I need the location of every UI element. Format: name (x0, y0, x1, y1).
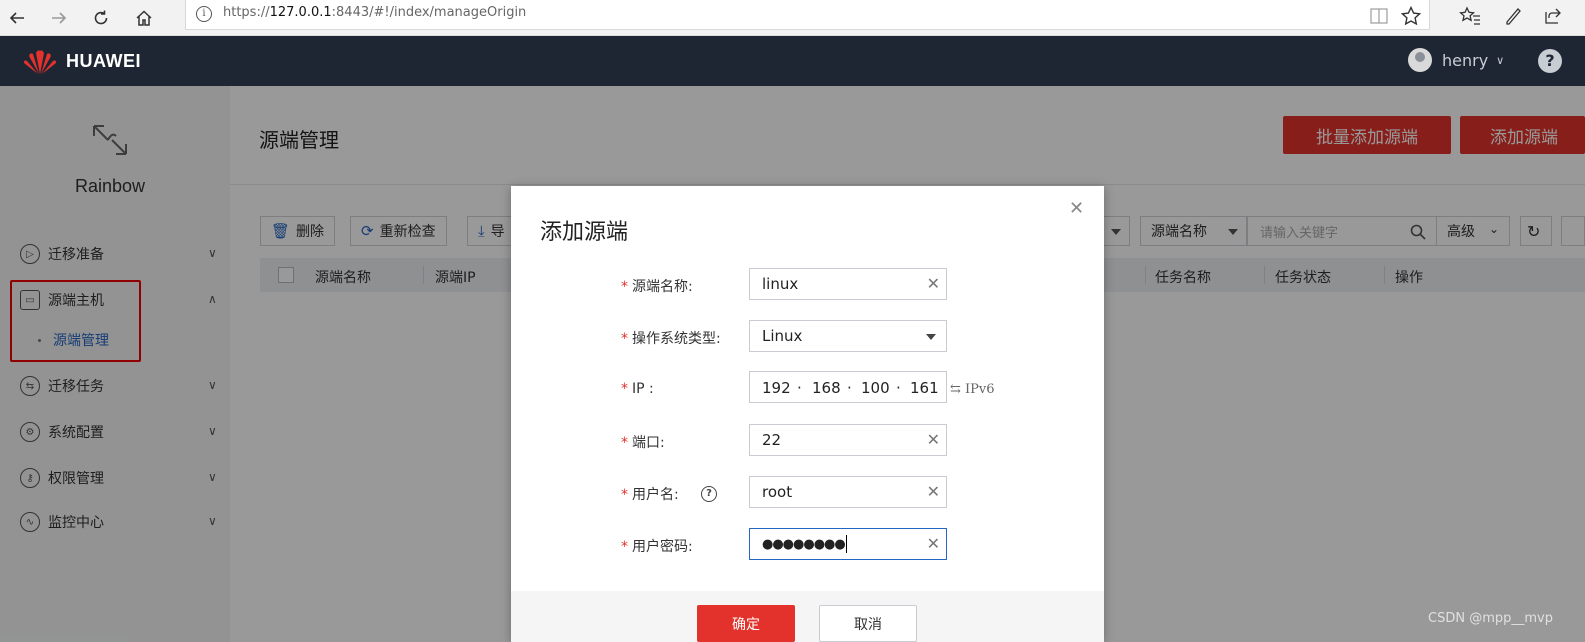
ip-dot: · (896, 379, 901, 397)
ip-octet-4[interactable]: 161 (910, 379, 939, 397)
app-header: HUAWEI henry ∨ ? (0, 36, 1585, 86)
password-input[interactable]: ●●●●●●●● ✕ (749, 528, 947, 560)
username: henry (1442, 50, 1489, 70)
ip-dot: · (847, 379, 852, 397)
avatar (1408, 48, 1432, 72)
ip-input[interactable]: 192 · 168 · 100 · 161 (749, 371, 947, 403)
help-icon[interactable]: ? (701, 486, 717, 502)
dialog-title: 添加源端 (540, 220, 629, 245)
forward-icon[interactable] (44, 3, 74, 33)
clear-icon[interactable]: ✕ (927, 482, 940, 501)
pen-icon[interactable] (1500, 3, 1526, 29)
dialog-footer (511, 591, 1104, 642)
address-bar[interactable]: i https://127.0.0.1:8443/#!/index/manage… (185, 0, 1430, 30)
browser-toolbar: i https://127.0.0.1:8443/#!/index/manage… (0, 0, 1585, 36)
text-cursor (845, 535, 847, 553)
site-info-icon[interactable]: i (196, 6, 212, 22)
back-icon[interactable] (2, 3, 32, 33)
ip-octet-2[interactable]: 168 (812, 379, 841, 397)
ip-dot: · (797, 379, 802, 397)
clear-icon[interactable]: ✕ (927, 534, 940, 553)
huawei-petal-icon (24, 50, 56, 74)
add-source-dialog: 添加源端 ✕ * 源端名称: linux ✕ * 操作系统类型: Linux * IP… (511, 186, 1104, 642)
swap-icon: ⇆ (950, 382, 961, 397)
username-input[interactable]: root ✕ (749, 476, 947, 508)
favorites-list-icon[interactable] (1457, 3, 1483, 29)
share-icon[interactable] (1540, 3, 1566, 29)
refresh-icon[interactable] (86, 3, 116, 33)
logo-text: HUAWEI (66, 50, 141, 71)
cancel-button[interactable]: 取消 (819, 605, 917, 642)
home-icon[interactable] (129, 3, 159, 33)
os-type-select[interactable]: Linux (749, 320, 947, 352)
port-input[interactable]: 22 ✕ (749, 424, 947, 456)
ip-octet-1[interactable]: 192 (762, 379, 791, 397)
ip-octet-3[interactable]: 100 (861, 379, 890, 397)
reading-view-icon[interactable] (1366, 3, 1392, 29)
help-icon[interactable]: ? (1538, 49, 1562, 73)
user-menu[interactable]: henry ∨ (1408, 48, 1504, 72)
url-text: https://127.0.0.1:8443/#!/index/manageOr… (223, 5, 527, 20)
clear-icon[interactable]: ✕ (927, 430, 940, 449)
chevron-down-icon: ∨ (1496, 53, 1505, 67)
confirm-button[interactable]: 确定 (697, 605, 795, 642)
ipv6-toggle[interactable]: ⇆ IPv6 (950, 382, 995, 397)
watermark: CSDN @mpp__mvp (1428, 611, 1553, 626)
close-icon[interactable]: ✕ (1069, 198, 1084, 219)
dropdown-arrow-icon (926, 334, 936, 340)
clear-icon[interactable]: ✕ (927, 274, 940, 293)
favorite-star-icon[interactable] (1398, 3, 1424, 29)
source-name-input[interactable]: linux ✕ (749, 268, 947, 300)
huawei-logo[interactable]: HUAWEI (22, 46, 141, 76)
